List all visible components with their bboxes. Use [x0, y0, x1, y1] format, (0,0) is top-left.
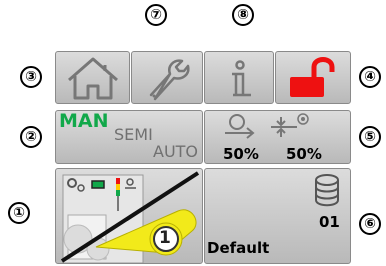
marker-1: ① [8, 202, 30, 224]
mode-button[interactable]: MAN SEMI AUTO [55, 110, 203, 164]
machine-diagram-icon [60, 171, 200, 263]
recipe-button[interactable]: 01 Default [204, 168, 351, 264]
unlock-icon [290, 57, 335, 97]
marker-7: ⑦ [145, 4, 167, 26]
recipe-number: 01 [319, 213, 340, 231]
info-button[interactable] [204, 51, 274, 104]
marker-4: ④ [359, 66, 381, 88]
lock-button[interactable] [275, 51, 351, 104]
settings-button[interactable] [131, 51, 203, 104]
marker-8: ⑧ [232, 4, 254, 26]
speed-right-value: 50% [286, 145, 322, 163]
mode-semi-label: SEMI [114, 125, 153, 144]
marker-2: ② [20, 126, 42, 148]
marker-5: ⑤ [359, 126, 381, 148]
mode-man-label: MAN [59, 110, 109, 132]
mode-auto-label: AUTO [153, 142, 199, 161]
home-button[interactable] [55, 51, 130, 104]
speed-button[interactable]: 50% 50% [204, 110, 351, 164]
wrench-icon [149, 59, 190, 101]
machine-status-button[interactable]: 1 [55, 168, 203, 264]
counter-digit: 1 [159, 228, 171, 248]
recipe-name: Default [207, 239, 270, 257]
marker-3: ③ [20, 66, 42, 88]
info-icon [232, 60, 251, 97]
speed-left-value: 50% [223, 145, 259, 163]
home-icon [68, 57, 118, 100]
marker-6: ⑥ [359, 213, 381, 235]
